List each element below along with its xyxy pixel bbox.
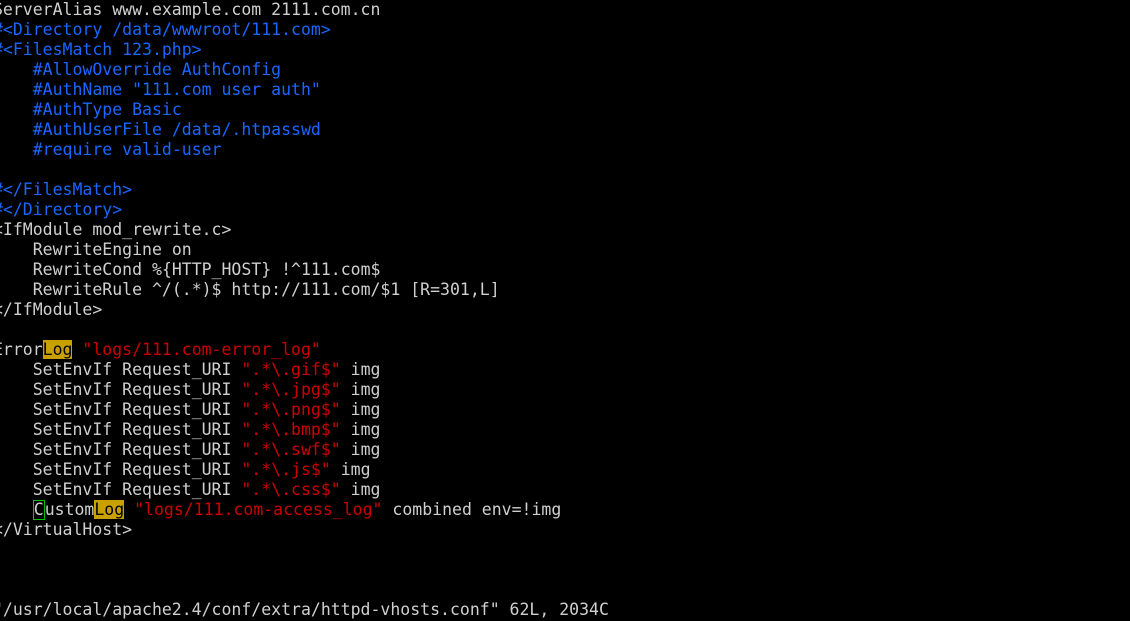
text-cursor[interactable]: C — [32, 500, 45, 520]
line-setenvif-png[interactable]: SetEnvIf Request_URI ".*\.png$" img — [0, 400, 1130, 420]
line-setenvif-jpg[interactable]: SetEnvIf Request_URI ".*\.jpg$" img — [0, 380, 1130, 400]
line-blank-1[interactable] — [0, 160, 1130, 180]
code-span-text: RewriteRule ^/(.*)$ http://111.com/$1 [R… — [32, 280, 500, 299]
code-span-text: img — [330, 460, 371, 479]
code-span-text — [124, 500, 134, 519]
terminal-window[interactable]: ServerAlias www.example.com 2111.com.cn #… — [0, 0, 1130, 621]
code-span-string: ".*\.jpg$" — [241, 380, 341, 399]
code-span-comment: #<Directory /data/wwwroot/111.com> — [0, 20, 331, 39]
line-allowoverride[interactable]: #AllowOverride AuthConfig — [0, 60, 1130, 80]
code-span-string: "logs/111.com-access_log" — [134, 500, 383, 519]
code-span-text: </IfModule> — [0, 300, 103, 319]
code-span-string: ".*\.png$" — [241, 400, 341, 419]
code-span-comment: #</FilesMatch> — [0, 180, 133, 199]
code-span-text: SetEnvIf Request_URI — [32, 460, 242, 479]
line-errorlog[interactable]: ErrorLog "logs/111.com-error_log" — [0, 340, 1130, 360]
code-span-comment: #AuthType Basic — [32, 100, 182, 119]
line-directory-open[interactable]: #<Directory /data/wwwroot/111.com> — [0, 20, 1130, 40]
code-span-text: ustom — [44, 500, 95, 519]
line-blank-3[interactable] — [0, 540, 1130, 560]
editor-buffer[interactable]: ServerAlias www.example.com 2111.com.cn #… — [0, 0, 1130, 600]
line-blank-5[interactable] — [0, 580, 1130, 600]
code-span-text: RewriteEngine on — [32, 240, 192, 259]
line-directory-close[interactable]: #</Directory> — [0, 200, 1130, 220]
line-require[interactable]: #require valid-user — [0, 140, 1130, 160]
line-customlog[interactable]: CustomLog "logs/111.com-access_log" comb… — [0, 500, 1130, 520]
code-span-comment: #AuthName "111.com user auth" — [32, 80, 321, 99]
code-span-comment: #require valid-user — [32, 140, 222, 159]
line-blank-4[interactable] — [0, 560, 1130, 580]
line-setenvif-css[interactable]: SetEnvIf Request_URI ".*\.css$" img — [0, 480, 1130, 500]
code-span-text: Error — [0, 340, 43, 359]
code-span-text: SetEnvIf Request_URI — [32, 480, 242, 499]
code-span-string: ".*\.swf$" — [241, 440, 341, 459]
code-span-text: SetEnvIf Request_URI — [32, 420, 242, 439]
line-virtualhost-close[interactable]: </VirtualHost> — [0, 520, 1130, 540]
code-span-text: img — [340, 480, 381, 499]
line-ifmodule-open[interactable]: <IfModule mod_rewrite.c> — [0, 220, 1130, 240]
code-span-text: img — [340, 400, 381, 419]
line-serveralias[interactable]: ServerAlias www.example.com 2111.com.cn — [0, 0, 1130, 20]
line-filesmatch-close[interactable]: #</FilesMatch> — [0, 180, 1130, 200]
code-span-string: "logs/111.com-error_log" — [82, 340, 321, 359]
code-span-text: RewriteCond %{HTTP_HOST} !^111.com$ — [32, 260, 381, 279]
line-authtype[interactable]: #AuthType Basic — [0, 100, 1130, 120]
code-span-text: SetEnvIf Request_URI — [32, 440, 242, 459]
line-authuserfile[interactable]: #AuthUserFile /data/.htpasswd — [0, 120, 1130, 140]
code-span-string: ".*\.bmp$" — [241, 420, 341, 439]
search-match-highlight: Log — [42, 340, 73, 359]
line-rewriteengine[interactable]: RewriteEngine on — [0, 240, 1130, 260]
line-setenvif-swf[interactable]: SetEnvIf Request_URI ".*\.swf$" img — [0, 440, 1130, 460]
code-span-text: img — [340, 380, 381, 399]
line-authname[interactable]: #AuthName "111.com user auth" — [0, 80, 1130, 100]
line-ifmodule-close[interactable]: </IfModule> — [0, 300, 1130, 320]
code-span-comment: #</Directory> — [0, 200, 123, 219]
code-span-text: <IfModule mod_rewrite.c> — [0, 220, 232, 239]
code-span-comment: #AuthUserFile /data/.htpasswd — [32, 120, 321, 139]
line-setenvif-gif[interactable]: SetEnvIf Request_URI ".*\.gif$" img — [0, 360, 1130, 380]
code-span-text: img — [340, 420, 381, 439]
code-span-string: ".*\.js$" — [241, 460, 331, 479]
code-span-string: ".*\.gif$" — [241, 360, 341, 379]
code-span-comment: #AllowOverride AuthConfig — [32, 60, 282, 79]
code-span-text — [72, 340, 82, 359]
line-setenvif-js[interactable]: SetEnvIf Request_URI ".*\.js$" img — [0, 460, 1130, 480]
line-setenvif-bmp[interactable]: SetEnvIf Request_URI ".*\.bmp$" img — [0, 420, 1130, 440]
vim-status-line: "/usr/local/apache2.4/conf/extra/httpd-v… — [0, 600, 609, 619]
code-span-string: ".*\.css$" — [241, 480, 341, 499]
line-blank-2[interactable] — [0, 320, 1130, 340]
line-rewriterule[interactable]: RewriteRule ^/(.*)$ http://111.com/$1 [R… — [0, 280, 1130, 300]
code-span-text: img — [340, 360, 381, 379]
line-filesmatch-open[interactable]: #<FilesMatch 123.php> — [0, 40, 1130, 60]
code-span-text: ServerAlias www.example.com 2111.com.cn — [0, 0, 381, 19]
code-span-text: combined env=!img — [382, 500, 562, 519]
code-span-text: SetEnvIf Request_URI — [32, 380, 242, 399]
code-span-text: img — [340, 440, 381, 459]
search-match-highlight: Log — [94, 500, 125, 519]
code-span-text: SetEnvIf Request_URI — [32, 400, 242, 419]
code-span-text: SetEnvIf Request_URI — [32, 360, 242, 379]
code-span-comment: #<FilesMatch 123.php> — [0, 40, 202, 59]
line-rewritecond[interactable]: RewriteCond %{HTTP_HOST} !^111.com$ — [0, 260, 1130, 280]
code-span-text: </VirtualHost> — [0, 520, 133, 539]
